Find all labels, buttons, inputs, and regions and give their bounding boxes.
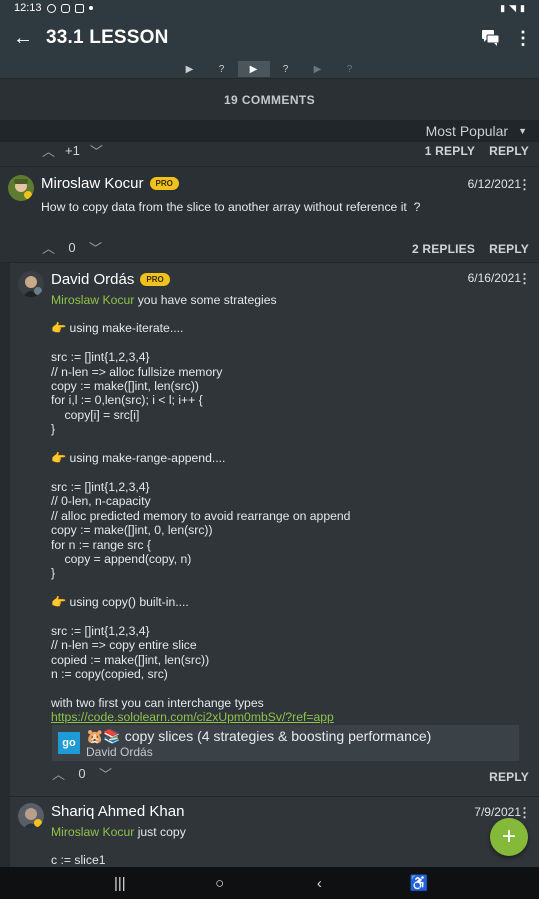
downvote-icon[interactable]: ﹀ [90, 142, 103, 160]
vote-score: +1 [65, 143, 80, 158]
prev-comment-footer: ︿ +1 ﹀ 1 REPLY REPLY [0, 142, 539, 166]
author-name[interactable]: David Ordás [51, 271, 134, 288]
avatar-image [18, 271, 44, 297]
comment-text: How to copy data from the slice to anoth… [41, 200, 421, 214]
comment-text: Miroslaw Kocur just copy [51, 825, 186, 839]
add-comment-button[interactable]: + [490, 818, 528, 856]
reply-card: Shariq Ahmed Khan 7/9/2021 ⋮ Miroslaw Ko… [0, 796, 539, 867]
mention-rest: just copy [134, 825, 186, 839]
more-vert-icon: ⋮ [514, 27, 532, 48]
lesson-step-quiz[interactable]: ? [270, 61, 302, 77]
notification-dot-icon [88, 6, 93, 10]
status-bar: 12:13 ▮ ◥ ▮ [0, 0, 539, 16]
pro-badge: PRO [140, 273, 170, 286]
mention-rest: you have some strategies [134, 293, 277, 307]
avatar[interactable] [18, 271, 44, 297]
author-name[interactable]: Miroslaw Kocur [41, 175, 144, 192]
lesson-step-quiz[interactable]: ? [206, 61, 238, 77]
comment-body: c := slice1 copy(d, c) (this will defere… [51, 853, 106, 867]
comment-date: 6/16/2021 [467, 271, 521, 285]
sort-dropdown-label[interactable]: Most Popular [426, 123, 508, 139]
status-time: 12:13 [14, 2, 42, 14]
lesson-step-quiz-locked[interactable]: ? [334, 61, 366, 77]
vote-score: 0 [68, 240, 76, 255]
comment-more-icon[interactable]: ⋮ [518, 805, 531, 821]
accessibility-icon[interactable]: ♿ [399, 874, 439, 892]
comment-author[interactable]: Shariq Ahmed Khan [51, 803, 184, 820]
comment-date: 7/9/2021 [474, 805, 521, 819]
go-language-icon: go [58, 732, 80, 754]
lesson-steps: ▶ ? ▶ ? ▶ ? [0, 60, 539, 78]
comment-more-icon[interactable]: ⋮ [518, 271, 531, 287]
avatar-image [18, 803, 44, 829]
author-name[interactable]: Shariq Ahmed Khan [51, 803, 184, 820]
caret-down-icon[interactable]: ▼ [518, 126, 527, 136]
comment-body: 👉 using make-iterate.... src := []int{1,… [51, 321, 351, 710]
comment-date: 6/12/2021 [467, 177, 521, 191]
dnd-icon [46, 3, 56, 13]
more-options-button[interactable]: ⋮ [507, 16, 539, 60]
chat-button[interactable] [475, 16, 507, 60]
reply-card: David Ordás PRO 6/16/2021 ⋮ Miroslaw Koc… [0, 262, 539, 796]
vote-row: ︿ 0 ﹀ [42, 238, 102, 257]
plus-icon: + [501, 823, 516, 850]
view-replies-button[interactable]: 2 REPLIES [412, 242, 475, 256]
avatar[interactable] [18, 803, 44, 829]
downvote-icon[interactable]: ﹀ [89, 238, 102, 257]
page-title: 33.1 LESSON [46, 27, 169, 48]
code-card-author: David Ordás [86, 744, 153, 759]
code-link[interactable]: https://code.sololearn.com/ci2xUpm0mbSv/… [51, 710, 334, 724]
comment-card: Miroslaw Kocur PRO 6/12/2021 ⋮ How to co… [0, 166, 539, 262]
sort-bar[interactable]: Most Popular ▼ [0, 120, 539, 142]
mention-link[interactable]: Miroslaw Kocur [51, 293, 134, 307]
avatar[interactable] [8, 175, 34, 201]
comment-author[interactable]: David Ordás PRO [51, 271, 170, 288]
wifi-icon: ◥ [509, 2, 517, 13]
chat-bubbles-icon [482, 30, 500, 46]
lesson-step-video-locked[interactable]: ▶ [302, 61, 334, 77]
instagram-icon [60, 3, 70, 13]
upvote-icon[interactable]: ︿ [52, 764, 65, 783]
code-preview-card[interactable]: go 🐹📚 copy slices (4 strategies & boosti… [52, 725, 519, 761]
battery-saver-icon: ▮ [500, 2, 506, 13]
message-icon [74, 3, 84, 13]
reply-button[interactable]: REPLY [489, 144, 529, 158]
app-bar: ← 33.1 LESSON ⋮ [0, 16, 539, 60]
vote-row: ︿ +1 ﹀ [42, 142, 103, 160]
arrow-left-icon: ← [13, 26, 33, 49]
back-nav-icon[interactable]: ‹ [299, 875, 339, 892]
comments-list[interactable]: ︿ +1 ﹀ 1 REPLY REPLY Miroslaw Kocur PRO … [0, 142, 539, 867]
back-button[interactable]: ← [0, 16, 46, 60]
downvote-icon[interactable]: ﹀ [99, 764, 112, 783]
code-card-title: 🐹📚 copy slices (4 strategies & boosting … [86, 727, 432, 744]
comment-more-icon[interactable]: ⋮ [518, 177, 531, 193]
avatar-image [8, 175, 34, 201]
vote-score: 0 [78, 766, 86, 781]
pro-badge: PRO [149, 177, 179, 190]
recents-icon[interactable]: ||| [100, 875, 140, 892]
system-nav-bar: ||| ○ ‹ ♿ [0, 867, 539, 899]
view-replies-button[interactable]: 1 REPLY [425, 144, 475, 158]
comments-count: 19 COMMENTS [0, 78, 539, 120]
comment-text: Miroslaw Kocur you have some strategies [51, 293, 277, 307]
reply-button[interactable]: REPLY [489, 242, 529, 256]
home-icon[interactable]: ○ [200, 875, 240, 892]
comment-author[interactable]: Miroslaw Kocur PRO [41, 175, 179, 192]
mention-link[interactable]: Miroslaw Kocur [51, 825, 134, 839]
upvote-icon[interactable]: ︿ [42, 142, 55, 160]
upvote-icon[interactable]: ︿ [42, 238, 55, 257]
reply-button[interactable]: REPLY [489, 770, 529, 784]
lesson-step-video-active[interactable]: ▶ [237, 61, 270, 77]
vote-row: ︿ 0 ﹀ [52, 764, 112, 783]
lesson-step-video[interactable]: ▶ [174, 61, 206, 77]
battery-icon: ▮ [520, 2, 525, 13]
